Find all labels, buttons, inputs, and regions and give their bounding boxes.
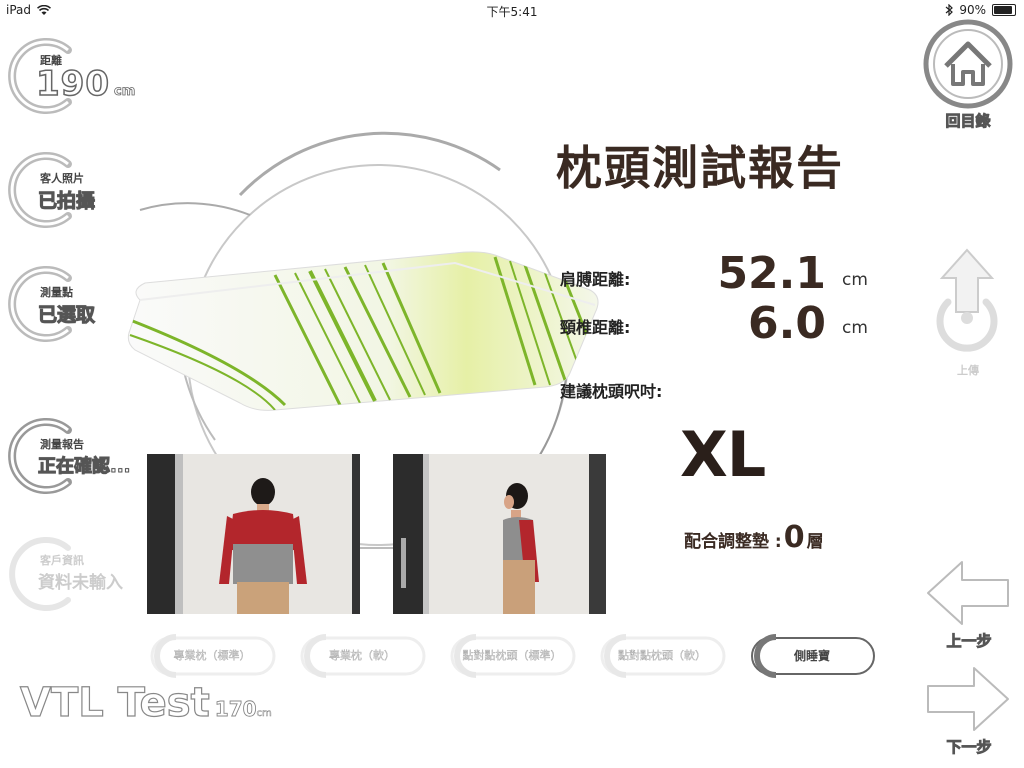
report-status: 測量報告 正在確認...	[6, 416, 156, 498]
report-label: 測量報告	[40, 438, 84, 451]
point-status-text: 已選取	[37, 304, 96, 327]
user-height-unit: cm	[256, 708, 272, 720]
pillow-type-label: 專業枕（軟）	[329, 649, 395, 662]
neck-value: 6.0	[748, 298, 826, 349]
pillow-type-label: 專業枕（標準）	[173, 649, 251, 662]
customer-status[interactable]: 客戶資訊 資料未輸入	[6, 534, 156, 616]
home-button[interactable]	[922, 18, 1014, 110]
back-view-photo	[147, 454, 360, 614]
page-title: 枕頭測試報告	[556, 141, 844, 195]
upload-label[interactable]: 上傳	[946, 362, 990, 378]
user-info: VTL Test 170cm	[19, 679, 272, 726]
prev-arrow-icon[interactable]	[926, 560, 1010, 626]
size-value: XL	[680, 418, 766, 491]
photo-label: 客人照片	[40, 172, 84, 185]
customer-label: 客戶資訊	[40, 554, 84, 567]
pillow-type-pill[interactable]: 專業枕（標準）	[146, 632, 278, 680]
pillow-type-label: 點對點枕頭（標準）	[462, 649, 562, 662]
side-view-photo	[393, 454, 606, 614]
distance-unit: cm	[114, 84, 136, 100]
adjust-layer: 配合調整墊 : 0 層	[684, 520, 824, 555]
distance-value: 190	[35, 63, 110, 105]
neck-unit: cm	[842, 318, 868, 338]
neck-label: 頸椎距離:	[560, 318, 631, 337]
pillow-type-label: 側睡寶	[793, 649, 830, 663]
home-label[interactable]: 回目錄	[940, 110, 996, 131]
photo-status: 客人照片 已拍攝	[6, 150, 156, 232]
point-label: 測量點	[40, 286, 73, 299]
prev-label[interactable]: 上一步	[940, 630, 998, 651]
size-label: 建議枕頭呎吋:	[560, 382, 663, 401]
user-height: 170	[214, 697, 257, 722]
upload-button[interactable]	[930, 248, 1004, 358]
user-name: VTL Test	[19, 679, 210, 726]
report-status-text: 正在確認...	[38, 456, 132, 478]
photo-status-text: 已拍攝	[37, 190, 96, 213]
shoulder-label: 肩膊距離:	[560, 270, 631, 289]
customer-status-text: 資料未輸入	[38, 573, 123, 593]
pillow-type-pill[interactable]: 專業枕（軟）	[296, 632, 428, 680]
pillow-type-pill[interactable]: 點對點枕頭（標準）	[446, 632, 578, 680]
layer-unit: 層	[806, 532, 824, 552]
pillow-type-label: 點對點枕頭（軟）	[618, 649, 706, 662]
pillow-image	[127, 251, 599, 411]
layer-value: 0	[783, 520, 805, 555]
pillow-type-pill-selected[interactable]: 側睡寶	[746, 632, 878, 680]
shoulder-unit: cm	[842, 270, 868, 290]
next-arrow-icon[interactable]	[926, 666, 1010, 732]
next-label[interactable]: 下一步	[940, 736, 998, 757]
point-status: 測量點 已選取	[6, 264, 156, 346]
distance-indicator: 距離 190 cm	[6, 36, 156, 118]
pillow-type-pill[interactable]: 點對點枕頭（軟）	[596, 632, 728, 680]
shoulder-value: 52.1	[717, 248, 826, 299]
layer-label: 配合調整墊 :	[684, 532, 782, 552]
